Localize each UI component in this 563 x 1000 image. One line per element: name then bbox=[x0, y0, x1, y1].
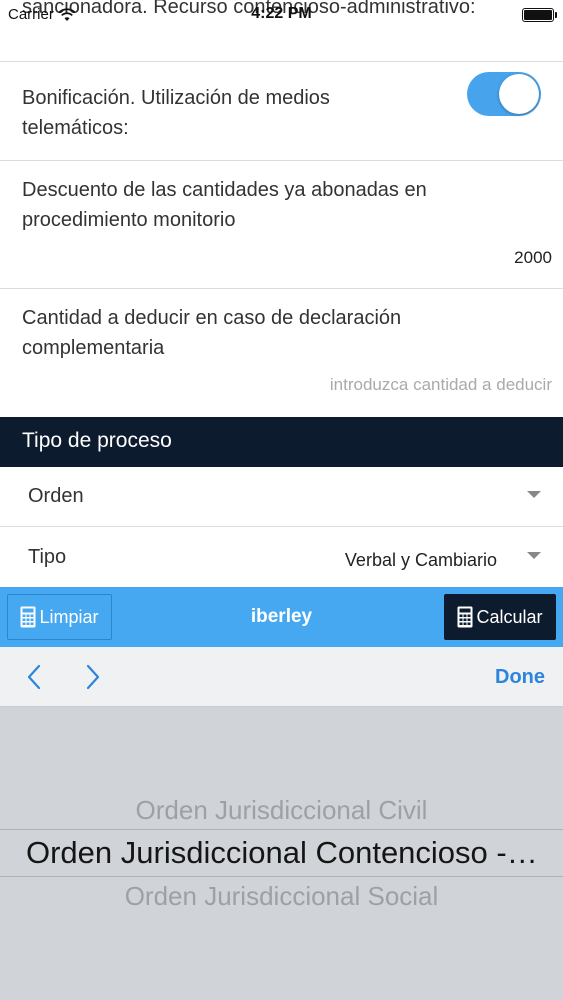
limpiar-button[interactable]: Limpiar bbox=[7, 594, 112, 640]
picker-option-selected[interactable]: Orden Jurisdiccional Contencioso -… bbox=[0, 835, 563, 871]
bonificacion-label: Bonificación. Utilización de medios tele… bbox=[22, 87, 330, 139]
calcular-label: Calcular bbox=[476, 606, 543, 627]
bonificacion-row: Bonificación. Utilización de medios tele… bbox=[0, 62, 563, 161]
orden-label: Orden bbox=[28, 485, 84, 507]
tipo-value: Verbal y Cambiario bbox=[344, 550, 497, 570]
bonificacion-toggle[interactable] bbox=[467, 72, 541, 116]
picker-selection-bottom-line bbox=[0, 876, 563, 877]
chevron-down-icon bbox=[527, 491, 541, 498]
tipo-label: Tipo bbox=[28, 546, 67, 568]
chevron-left-icon[interactable] bbox=[20, 662, 50, 692]
done-button[interactable]: Done bbox=[495, 666, 545, 689]
cantidad-input[interactable]: introduzca cantidad a deducir bbox=[330, 375, 552, 395]
chevron-down-icon bbox=[527, 552, 541, 559]
orden-picker[interactable]: Orden Jurisdiccional Civil Orden Jurisdi… bbox=[0, 707, 563, 1000]
section-header: Tipo de proceso bbox=[0, 417, 563, 467]
status-time: 4:22 PM bbox=[251, 5, 312, 22]
cantidad-row[interactable]: Cantidad a deducir en caso de declaració… bbox=[0, 289, 563, 417]
cantidad-label: Cantidad a deducir en caso de declaració… bbox=[22, 307, 402, 359]
descuento-label: Descuento de las cantidades ya abonadas … bbox=[22, 179, 427, 231]
limpiar-label: Limpiar bbox=[39, 606, 99, 627]
descuento-row[interactable]: Descuento de las cantidades ya abonadas … bbox=[0, 161, 563, 289]
picker-option[interactable]: Orden Jurisdiccional Civil bbox=[0, 795, 563, 826]
picker-option[interactable]: Orden Jurisdiccional Social bbox=[0, 881, 563, 912]
orden-select[interactable]: Orden bbox=[0, 467, 563, 527]
calculator-icon bbox=[457, 606, 473, 628]
section-title: Tipo de proceso bbox=[22, 429, 172, 452]
bottom-toolbar: Limpiar iberley Calcular bbox=[0, 587, 563, 647]
battery-icon bbox=[522, 8, 557, 22]
tipo-select[interactable]: Tipo Verbal y Cambiario bbox=[0, 527, 563, 587]
picker-selection-top-line bbox=[0, 829, 563, 830]
toggle-knob bbox=[499, 74, 539, 114]
descuento-value[interactable]: 2000 bbox=[514, 248, 552, 268]
calculator-icon bbox=[20, 606, 36, 628]
input-accessory-bar: Done bbox=[0, 647, 563, 707]
calcular-button[interactable]: Calcular bbox=[444, 594, 556, 640]
status-bar: Carrier 4:22 PM bbox=[0, 0, 563, 28]
chevron-right-icon[interactable] bbox=[77, 662, 107, 692]
